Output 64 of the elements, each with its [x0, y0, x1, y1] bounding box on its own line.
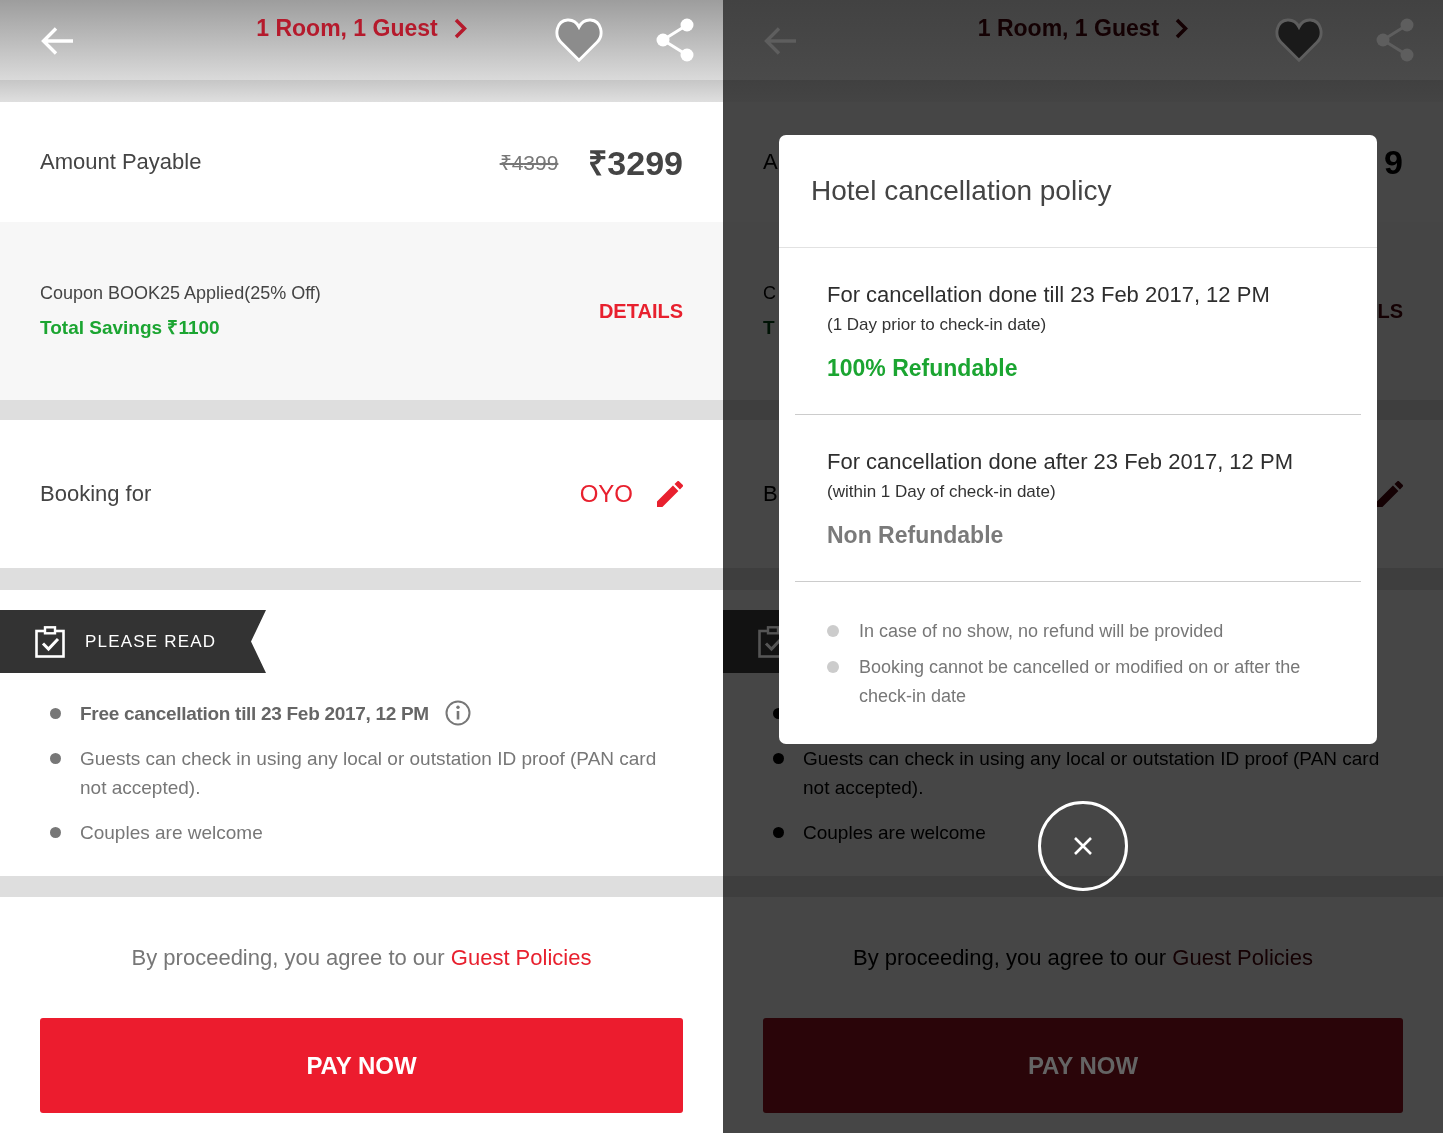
notice-text: Couples are welcome: [803, 821, 986, 845]
guest-name: OYO: [579, 480, 633, 508]
booking-label: B: [763, 481, 778, 507]
banner-title: PLEASE READ: [85, 631, 217, 652]
room-guest-selector[interactable]: 1 Room, 1 Guest: [256, 14, 467, 42]
policy-note: (within 1 Day of check-in date): [827, 481, 1057, 503]
share-icon: [655, 18, 695, 62]
coupon-text: C: [763, 282, 776, 305]
pay-now-button[interactable]: PAY NOW: [40, 1018, 683, 1113]
notice-text: Guests can check in using any local or outstation ID proof (PAN card not accepted).: [803, 747, 1381, 800]
share-icon: [1375, 18, 1415, 62]
savings-text: T: [763, 316, 776, 340]
details-link[interactable]: LS: [1377, 299, 1403, 323]
close-icon: [1074, 837, 1092, 855]
refund-status: 100% Refundable: [827, 354, 1019, 383]
clipboard-check-icon: [35, 625, 65, 658]
note-text: Booking cannot be cancelled or modified on or after the check-in date: [859, 656, 1302, 708]
details-link[interactable]: DETAILS: [598, 299, 683, 323]
policy-heading: For cancellation done after 23 Feb 2017, 12 PM: [827, 448, 1294, 476]
amount-label: A: [763, 149, 778, 175]
back-arrow-icon: [763, 26, 797, 56]
total-price: ₹3299: [588, 143, 683, 184]
dialog-title: Hotel cancellation policy: [811, 175, 1112, 207]
pay-now-button[interactable]: PAY NOW: [763, 1018, 1403, 1113]
back-arrow-icon: [40, 26, 74, 56]
policy-heading: For cancellation done till 23 Feb 2017, 12 PM: [827, 281, 1271, 309]
bullet-icon: [50, 708, 61, 719]
bullet-icon: [50, 753, 61, 764]
coupon-text: Coupon BOOK25 Applied(25% Off): [40, 282, 321, 305]
edit-button[interactable]: [657, 481, 683, 507]
guest-policies-link[interactable]: Guest Policies: [450, 945, 592, 970]
refund-status: Non Refundable: [827, 521, 1005, 550]
original-price: ₹4399: [499, 150, 559, 176]
agreement-text: By proceeding, you agree to our Guest Policies: [130, 944, 593, 972]
heart-icon: [1274, 17, 1324, 63]
notice-text: Guests can check in using any local or outstation ID proof (PAN card not accepted).: [80, 747, 658, 800]
note-text: In case of no show, no refund will be provided: [859, 620, 1224, 643]
info-icon[interactable]: [444, 700, 471, 726]
policy-note: (1 Day prior to check-in date): [827, 314, 1048, 336]
bullet-icon: [827, 625, 839, 637]
pencil-icon: [1377, 481, 1403, 507]
bullet-icon: [827, 661, 839, 673]
bullet-icon: [773, 753, 784, 764]
edit-button[interactable]: [1377, 481, 1403, 507]
chevron-icon: [1175, 17, 1189, 39]
room-guest-selector[interactable]: 1 Room, 1 Guest: [977, 14, 1189, 42]
notice-text: Free cancellation till 23 Feb 2017, 12 PM: [80, 702, 429, 726]
guest-policies-link[interactable]: Guest Policies: [1172, 945, 1313, 970]
share-button[interactable]: [1375, 18, 1415, 62]
back-button[interactable]: [763, 26, 797, 56]
bullet-icon: [50, 827, 61, 838]
close-button[interactable]: [1038, 801, 1128, 891]
share-button[interactable]: [655, 18, 695, 62]
notice-text: Couples are welcome: [80, 821, 263, 845]
booking-label: Booking for: [40, 481, 152, 507]
agreement-text: By proceeding, you agree to our Guest Policies: [852, 944, 1314, 972]
pencil-icon: [657, 481, 683, 507]
heart-icon: [554, 17, 604, 63]
amount-label: Amount Payable: [40, 149, 202, 175]
savings-text: Total Savings ₹1100: [40, 316, 221, 340]
total-price: 9: [1384, 142, 1403, 182]
bullet-icon: [773, 827, 784, 838]
chevron-icon: [453, 17, 467, 39]
favourite-button[interactable]: [1274, 17, 1324, 63]
